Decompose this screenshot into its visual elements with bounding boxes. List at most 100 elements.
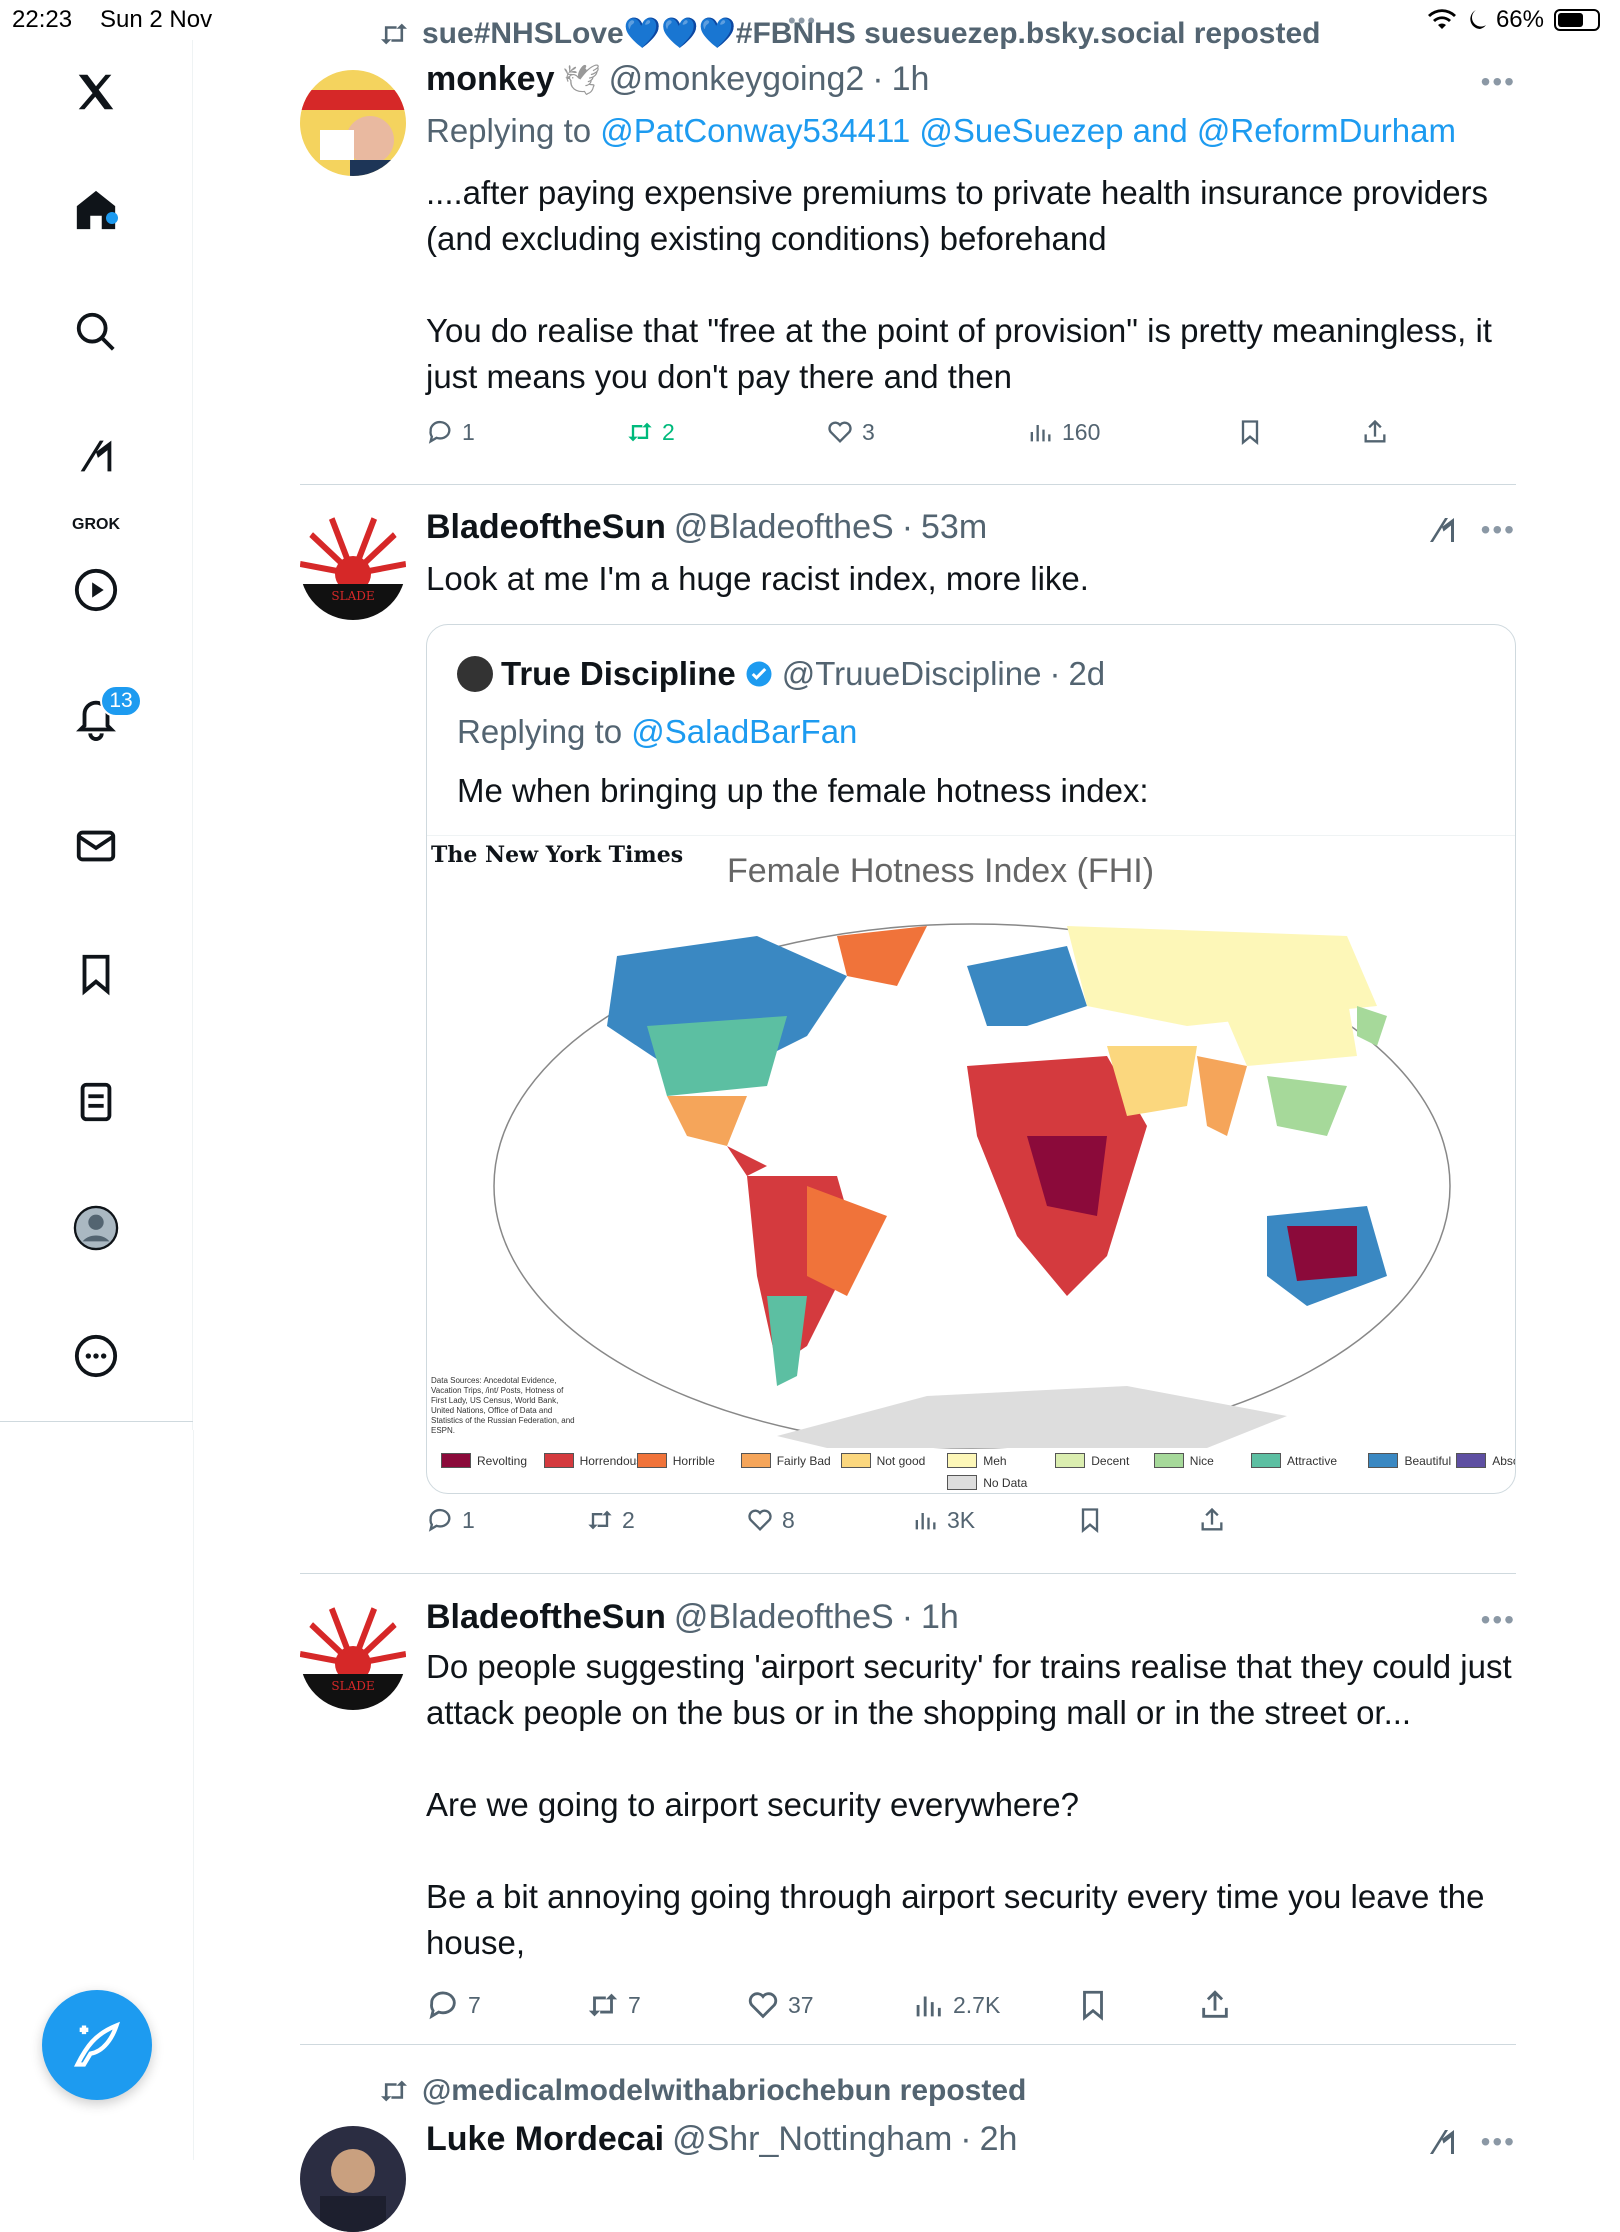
- display-name[interactable]: monkey: [426, 60, 555, 99]
- heart-icon: [828, 421, 852, 443]
- legend-swatch: [1368, 1453, 1399, 1468]
- bookmark-button[interactable]: [1236, 418, 1264, 446]
- quote-text: Me when bringing up the female hotness i…: [457, 772, 1149, 809]
- reply-button[interactable]: 1: [426, 1506, 475, 1534]
- bookmark-icon: [1081, 1508, 1099, 1533]
- home-notification-dot: [106, 212, 118, 224]
- tweet-divider: [300, 2044, 1516, 2045]
- sidebar: GROK 13: [0, 40, 193, 1430]
- quote-display-name: True Discipline: [501, 655, 736, 692]
- video-icon[interactable]: [66, 560, 126, 620]
- timestamp[interactable]: 53m: [921, 508, 987, 547]
- reply-count: 1: [462, 1506, 475, 1533]
- reply-button[interactable]: 1: [426, 418, 475, 446]
- legend-item: Meh: [947, 1453, 1007, 1468]
- legend-item: Absolute Perfection: [1456, 1453, 1515, 1468]
- views-chart-icon: [1030, 425, 1051, 442]
- like-button[interactable]: 37: [746, 1988, 814, 2022]
- grok-icon[interactable]: [66, 426, 126, 486]
- legend-swatch: [1251, 1453, 1281, 1468]
- bookmark-button[interactable]: [1076, 1988, 1110, 2022]
- moon-icon: [1470, 10, 1486, 29]
- quote-media-image[interactable]: The New York Times Female Hotness Index …: [427, 835, 1515, 1493]
- legend-swatch: [543, 1453, 574, 1468]
- heart-icon: [748, 1992, 778, 2019]
- verified-badge-icon: [746, 661, 772, 687]
- replying-to-links[interactable]: @PatConway534411 @SueSuezep and @ReformD…: [600, 112, 1456, 149]
- quote-avatar: [457, 656, 493, 692]
- legend-label: No Data: [983, 1475, 1028, 1490]
- tweet-header: BladeoftheSun @BladeoftheS · 1h: [426, 1598, 959, 1637]
- repost-count: 7: [628, 1991, 641, 2018]
- tweet-header: Luke Mordecai @Shr_Nottingham · 2h: [426, 2120, 1017, 2159]
- legend-label: Revolting: [477, 1453, 528, 1468]
- map-data-sources: Data Sources: Ancedotal Evidence, Vacati…: [431, 1376, 575, 1435]
- replying-to-label: Replying to: [426, 112, 592, 149]
- quoted-tweet[interactable]: True Discipline @TruueDiscipline · 2d Re…: [426, 624, 1516, 1494]
- repost-button[interactable]: 7: [586, 1988, 641, 2022]
- avatar[interactable]: [300, 70, 406, 176]
- user-handle[interactable]: @monkeygoing2: [609, 60, 865, 99]
- search-icon[interactable]: [66, 302, 126, 362]
- avatar[interactable]: [300, 2126, 406, 2232]
- quote-timestamp: 2d: [1068, 655, 1106, 692]
- dot-separator: ·: [872, 60, 884, 98]
- quote-header: True Discipline @TruueDiscipline · 2d: [457, 655, 1105, 693]
- avatar[interactable]: SLADE: [300, 1604, 406, 1710]
- more-options-icon[interactable]: •••: [1481, 1604, 1516, 1636]
- user-handle[interactable]: @Shr_Nottingham: [672, 2120, 952, 2159]
- world-map: [493, 923, 1451, 1449]
- like-button[interactable]: 8: [746, 1506, 795, 1534]
- repost-count: 2: [622, 1506, 635, 1533]
- display-name[interactable]: Luke Mordecai: [426, 2120, 664, 2159]
- legend-swatch: [947, 1453, 978, 1468]
- views-button[interactable]: 2.7K: [911, 1988, 1000, 2022]
- like-button[interactable]: 3: [826, 418, 875, 446]
- repost-button[interactable]: 2: [626, 418, 675, 446]
- legend-swatch: [1456, 1453, 1487, 1468]
- repost-button[interactable]: 2: [586, 1506, 635, 1534]
- share-button[interactable]: [1198, 1506, 1226, 1534]
- x-logo-icon[interactable]: [66, 62, 126, 122]
- more-options-icon[interactable]: •••: [1481, 514, 1516, 546]
- avatar[interactable]: SLADE: [300, 514, 406, 620]
- repost-icon: [588, 1993, 618, 2017]
- quote-replying-link: @SaladBarFan: [631, 713, 858, 750]
- views-count: 160: [1062, 418, 1101, 445]
- messages-envelope-icon[interactable]: [66, 816, 126, 876]
- tweet-divider: [300, 1573, 1516, 1574]
- display-name[interactable]: BladeoftheSun: [426, 1598, 666, 1637]
- notifications-badge: 13: [100, 685, 142, 717]
- legend-item: Decent: [1055, 1453, 1129, 1468]
- repost-icon: [381, 2080, 407, 2102]
- more-options-icon[interactable]: •••: [1481, 2126, 1516, 2158]
- bookmark-button[interactable]: [1076, 1506, 1104, 1534]
- display-name[interactable]: BladeoftheSun: [426, 508, 666, 547]
- compose-button[interactable]: [42, 1990, 152, 2100]
- profile-avatar-icon[interactable]: [66, 1198, 126, 1258]
- reply-button[interactable]: 7: [426, 1988, 481, 2022]
- tweet-text: Look at me I'm a huge racist index, more…: [426, 560, 1089, 597]
- user-handle[interactable]: @BladeoftheS: [674, 1598, 894, 1637]
- views-button[interactable]: 3K: [911, 1506, 975, 1534]
- share-icon: [1202, 1990, 1228, 2018]
- timestamp[interactable]: 1h: [892, 60, 930, 99]
- more-options-icon[interactable]: •••: [1481, 66, 1516, 98]
- legend-swatch: [840, 1453, 871, 1468]
- tweet-divider: [300, 484, 1516, 485]
- home-icon[interactable]: [66, 180, 126, 240]
- timestamp[interactable]: 1h: [921, 1598, 959, 1637]
- grok-explain-icon[interactable]: [1424, 2124, 1460, 2165]
- views-button[interactable]: 160: [1026, 418, 1100, 446]
- user-handle[interactable]: @BladeoftheS: [674, 508, 894, 547]
- legend-swatch: [1055, 1453, 1086, 1468]
- timestamp[interactable]: 2h: [980, 2120, 1018, 2159]
- share-button[interactable]: [1361, 418, 1389, 446]
- legend-item: Horrible: [636, 1453, 715, 1468]
- share-button[interactable]: [1198, 1988, 1232, 2022]
- battery-fill: [1558, 13, 1584, 27]
- more-circle-icon[interactable]: [66, 1326, 126, 1386]
- lists-icon[interactable]: [66, 1072, 126, 1132]
- bookmarks-icon[interactable]: [66, 944, 126, 1004]
- grok-explain-icon[interactable]: [1424, 512, 1460, 553]
